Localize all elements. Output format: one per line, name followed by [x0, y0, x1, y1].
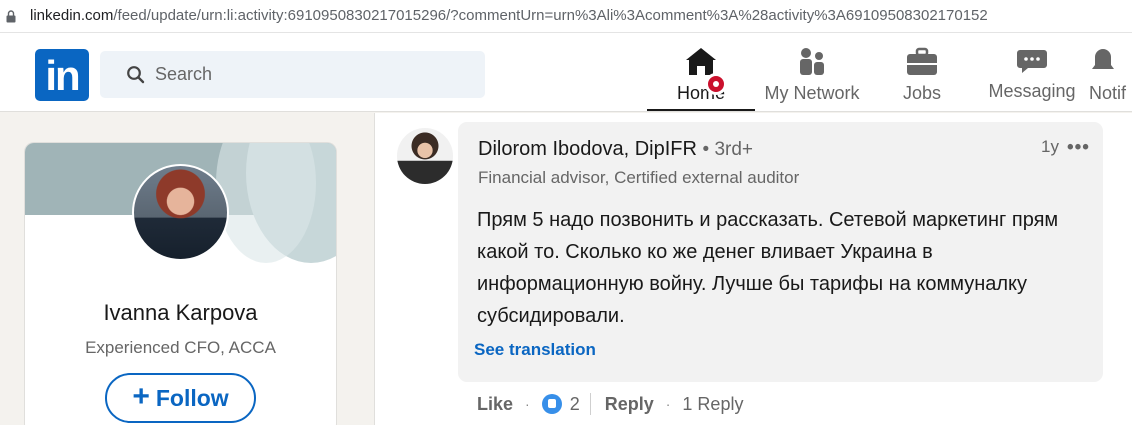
nav-home[interactable]: Home [647, 33, 755, 111]
comment-text: Прям 5 надо позвонить и рассказать. Сете… [477, 209, 1059, 327]
comment-author-name[interactable]: Dilorom Ibodova, DipIFR [478, 138, 697, 160]
divider [589, 393, 591, 415]
people-icon [800, 48, 824, 75]
nav-messaging[interactable]: Messaging [982, 33, 1082, 112]
nav-notifications-label: Notif [1089, 83, 1127, 103]
comment-actions: Like · 2 Reply · 1 Reply [477, 392, 743, 416]
url-domain: linkedin.com [30, 7, 114, 24]
url-path: /feed/update/urn:li:activity:69109508302… [113, 7, 988, 24]
profile-avatar[interactable] [132, 164, 229, 261]
replies-count[interactable]: 1 Reply [682, 394, 743, 415]
nav-jobs-label: Jobs [902, 83, 942, 103]
reaction-count[interactable]: 2 [570, 394, 580, 415]
top-navigation: in Home My Network Jobs [0, 33, 1132, 112]
message-icon [1017, 50, 1047, 73]
search-box[interactable] [100, 51, 485, 98]
nav-messaging-label: Messaging [988, 81, 1076, 101]
linkedin-logo[interactable]: in [35, 49, 89, 101]
follow-button[interactable]: + Follow [105, 373, 256, 423]
nav-notifications[interactable]: Notif [1085, 33, 1132, 112]
lock-icon [6, 10, 16, 23]
like-reaction-icon[interactable] [541, 394, 562, 414]
reply-button[interactable]: Reply [605, 394, 654, 415]
profile-name[interactable]: Ivanna Karpova [25, 300, 336, 326]
comment-timestamp: 1y [1041, 137, 1059, 156]
search-input[interactable] [155, 51, 455, 98]
profile-headline: Experienced CFO, ACCA [85, 338, 276, 357]
comment-author[interactable]: Dilorom Ibodova, DipIFR • 3rd+ [478, 138, 753, 161]
url-text[interactable]: linkedin.com/feed/update/urn:li:activity… [30, 7, 988, 24]
commenter-avatar[interactable] [397, 128, 453, 184]
nav-jobs[interactable]: Jobs [887, 33, 957, 112]
separator-dot-2: · [665, 396, 671, 412]
search-icon [127, 66, 145, 84]
nav-home-label: Home [676, 83, 725, 103]
separator-dot: · [525, 396, 530, 412]
connection-degree: • 3rd+ [702, 139, 754, 160]
like-button[interactable]: Like [477, 394, 513, 415]
plus-icon: + [132, 379, 150, 413]
bell-icon [1092, 49, 1114, 69]
comment-author-headline: Financial advisor, Certified external au… [478, 168, 800, 187]
browser-address-bar[interactable]: linkedin.com/feed/update/urn:li:activity… [0, 0, 1132, 33]
briefcase-icon [907, 47, 937, 75]
more-options-icon[interactable]: ••• [1067, 137, 1090, 159]
nav-my-network[interactable]: My Network [757, 33, 867, 112]
profile-card: Ivanna Karpova Experienced CFO, ACCA + F… [25, 143, 336, 425]
follow-button-label: Follow [155, 384, 229, 411]
notification-badge [705, 73, 727, 95]
nav-my-network-label: My Network [764, 83, 860, 103]
see-translation-link[interactable]: See translation [474, 340, 596, 360]
